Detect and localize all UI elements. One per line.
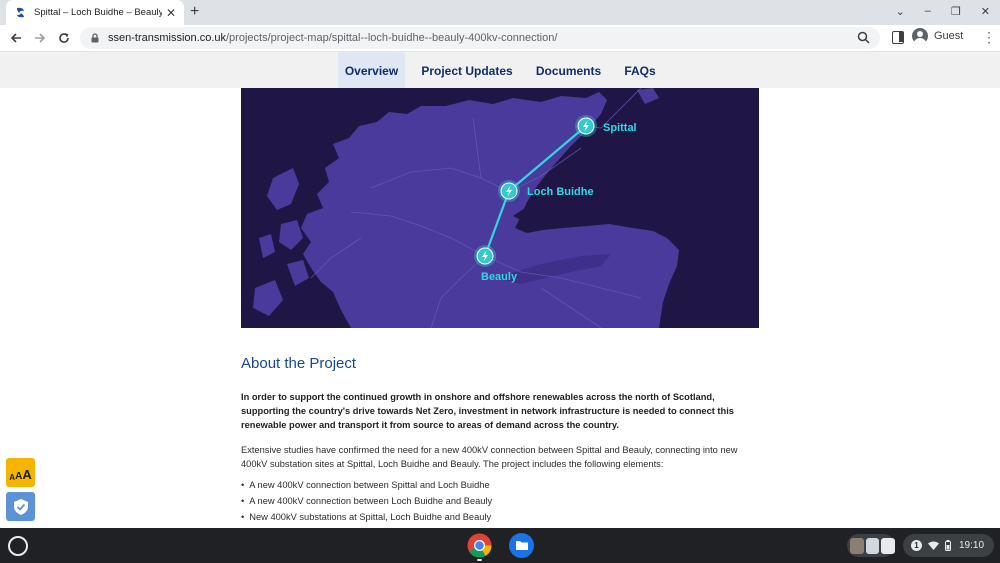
island-3 [259,234,275,258]
status-tray[interactable]: 1 19:10 [903,534,994,557]
holding-space[interactable] [847,534,896,557]
window-controls: ⌄ – ❐ ✕ [896,5,990,18]
text-size-medium: A [15,471,23,482]
text-size-large: A [22,467,32,482]
tab-overview[interactable]: Overview [338,52,405,89]
list-item: New 400kV substations at Spittal, Loch B… [241,509,761,525]
minimize-icon[interactable]: – [925,5,931,18]
list-item: A new 400kV connection between Loch Buid… [241,493,761,509]
list-item: A new 400kV connection between Spittal a… [241,477,761,493]
forward-arrow-icon[interactable] [28,26,52,50]
menu-dots-icon[interactable]: ⋮ [982,30,996,44]
back-arrow-icon[interactable] [4,26,28,50]
island-5 [253,280,283,316]
body-paragraph: Extensive studies have confirmed the nee… [241,445,738,469]
marker-beauly[interactable] [474,245,496,267]
chrome-app-icon[interactable] [467,533,492,558]
tab-strip: Spittal – Loch Buidhe – Beauly 400kV ✕ +… [0,0,1000,25]
northern-isle [637,88,659,104]
address-bar[interactable]: ssen-transmission.co.uk/projects/project… [80,27,880,49]
running-indicator [477,559,482,561]
project-map: Spittal Loch Buidhe Beauly [241,88,759,328]
marker-spittal[interactable] [575,115,597,137]
lock-icon [91,33,99,43]
screen: Spittal – Loch Buidhe – Beauly 400kV ✕ +… [0,0,1000,563]
folder-icon [515,541,528,550]
url-text: ssen-transmission.co.uk/projects/project… [108,32,557,44]
label-spittal: Spittal [603,122,637,134]
site-favicon-icon [17,7,24,18]
chevron-down-icon[interactable]: ⌄ [896,5,905,18]
launcher-icon[interactable] [8,536,28,556]
tab-documents[interactable]: Documents [529,52,608,89]
island-4 [287,260,309,286]
tab-faqs[interactable]: FAQs [619,52,661,89]
browser-tab[interactable]: Spittal – Loch Buidhe – Beauly 400kV ✕ [6,0,184,25]
search-icon[interactable] [857,31,870,44]
intro-paragraph: In order to support the continued growth… [241,392,734,430]
label-loch-buidhe: Loch Buidhe [527,186,594,198]
marker-loch-buidhe[interactable] [498,180,520,202]
files-app-icon[interactable] [509,533,534,558]
notification-badge: 1 [911,540,922,551]
tab-title: Spittal – Loch Buidhe – Beauly 400kV [34,7,162,18]
text-size-button[interactable]: AAA [6,458,35,487]
close-icon[interactable]: ✕ [981,5,990,18]
browser-toolbar: ssen-transmission.co.uk/projects/project… [0,25,1000,51]
profile-button[interactable]: Guest [912,28,963,44]
thumbnail-image [865,537,880,554]
url-path: /projects/project-map/spittal--loch-buid… [226,32,558,44]
about-section: About the Project In order to support th… [241,355,761,525]
shield-check-icon [13,498,28,515]
system-shelf: 1 19:10 [0,528,1000,563]
tab-close-icon[interactable]: ✕ [166,7,176,19]
island-1 [267,168,299,210]
scotland-map-graphic: Spittal Loch Buidhe Beauly [253,88,679,328]
url-host: ssen-transmission.co.uk [108,32,226,44]
thumbnail-image [881,537,896,554]
tab-project-updates[interactable]: Project Updates [416,52,518,89]
thumbnail-image [850,537,864,554]
avatar [912,28,928,44]
elements-list: A new 400kV connection between Spittal a… [241,477,761,525]
section-heading: About the Project [241,355,357,372]
new-tab-button[interactable]: + [190,3,199,21]
side-panel-icon[interactable] [892,31,904,44]
battery-icon [945,540,951,551]
site-navigation: Overview Project Updates Documents FAQs [0,51,1000,89]
restore-icon[interactable]: ❐ [951,5,961,18]
profile-label: Guest [934,30,964,42]
label-beauly: Beauly [481,271,518,283]
wifi-icon [928,541,939,550]
clock: 19:10 [959,540,985,551]
reload-icon[interactable] [52,26,76,50]
island-2 [279,220,303,250]
privacy-shield-button[interactable] [6,492,35,521]
